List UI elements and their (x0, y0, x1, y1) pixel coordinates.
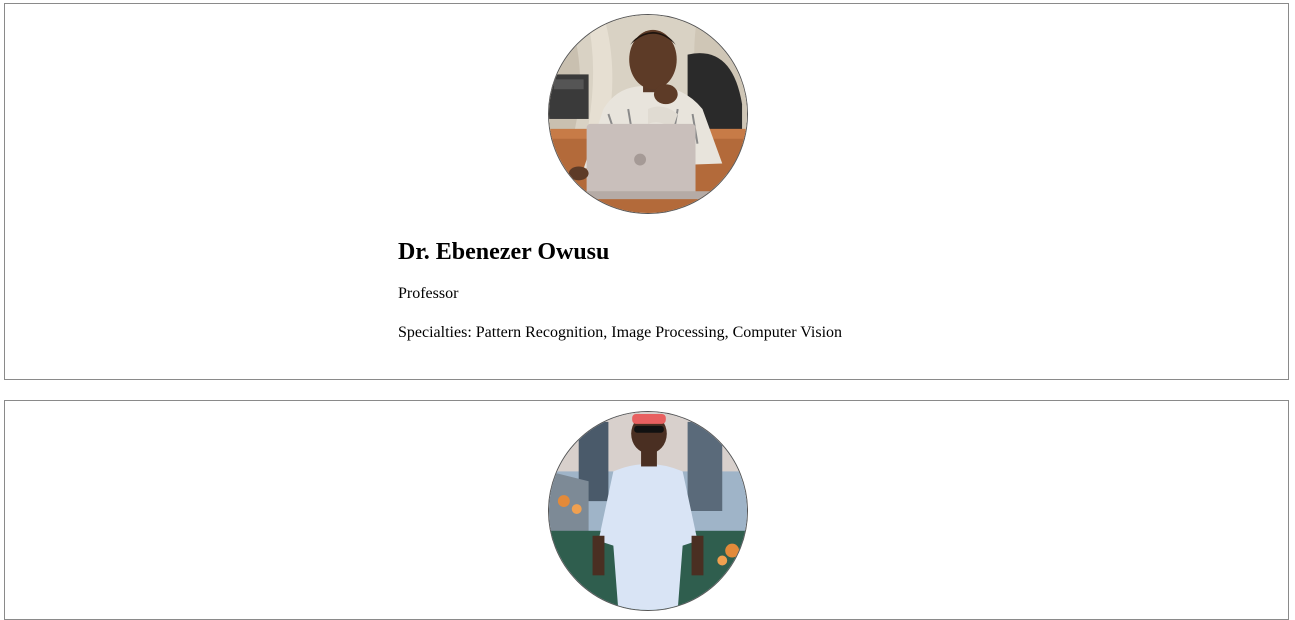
faculty-specialties: Specialties: Pattern Recognition, Image … (398, 324, 843, 341)
faculty-card (4, 400, 1289, 620)
profile-photo-image (549, 15, 747, 213)
faculty-name: Dr. Ebenezer Owusu (398, 239, 610, 265)
profile-photo (548, 14, 748, 214)
faculty-info: Dr. Ebenezer Owusu Professor Specialties… (398, 236, 1098, 344)
profile-photo-image (549, 412, 747, 610)
faculty-title: Professor (398, 285, 459, 302)
profile-photo (548, 411, 748, 611)
faculty-card: Dr. Ebenezer Owusu Professor Specialties… (4, 3, 1289, 380)
